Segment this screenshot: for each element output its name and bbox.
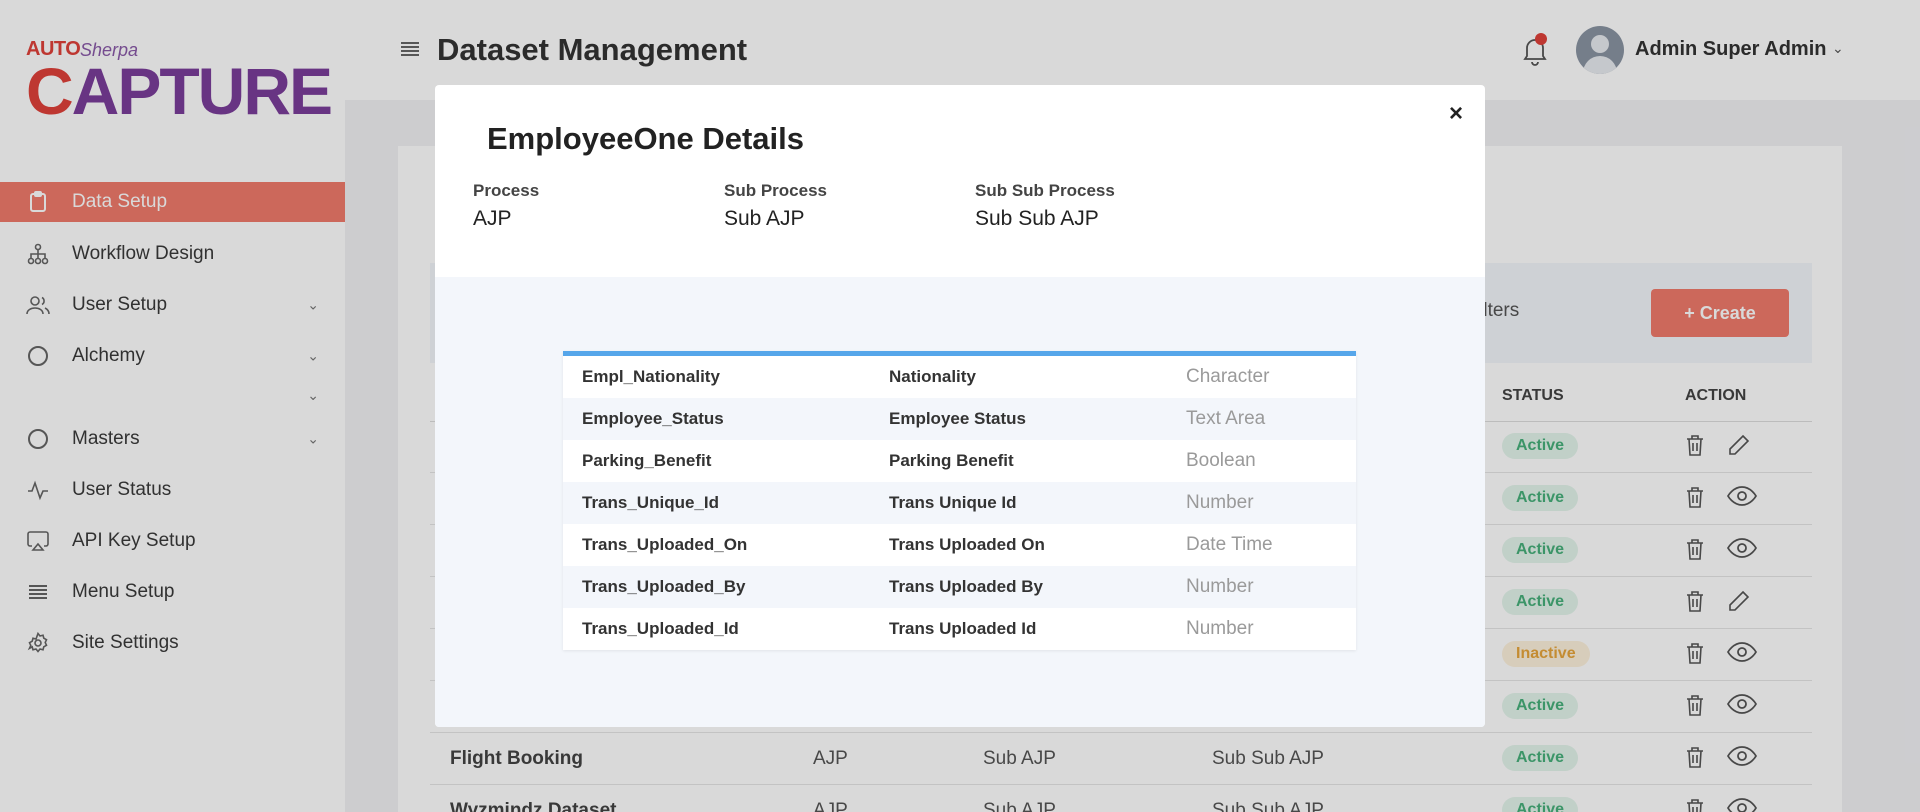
dataset-details-modal: EmployeeOne Details × Process AJP Sub Pr… <box>435 85 1485 727</box>
field-key: Trans_Uploaded_Id <box>582 619 739 638</box>
sub-sub-process-value: Sub Sub AJP <box>975 207 1099 230</box>
field-row: Employee_Status Employee Status Text Area <box>563 398 1356 440</box>
sub-sub-process-info: Sub Sub Process Sub Sub AJP <box>975 181 1115 231</box>
field-type: Number <box>1186 618 1254 639</box>
sub-process-info: Sub Process Sub AJP <box>724 181 827 231</box>
field-key: Trans_Uploaded_By <box>582 577 746 596</box>
close-icon[interactable]: × <box>1449 100 1463 128</box>
field-type: Text Area <box>1186 408 1266 429</box>
process-value: AJP <box>473 207 512 230</box>
sub-process-value: Sub AJP <box>724 207 805 230</box>
field-type: Number <box>1186 492 1254 513</box>
process-info: Process AJP <box>473 181 539 231</box>
field-key: Employee_Status <box>582 409 724 428</box>
modal-title: EmployeeOne Details <box>487 121 805 156</box>
field-row: Empl_Nationality Nationality Character <box>563 356 1356 398</box>
field-type: Number <box>1186 576 1254 597</box>
field-row: Parking_Benefit Parking Benefit Boolean <box>563 440 1356 482</box>
sub-sub-process-label: Sub Sub Process <box>975 181 1115 200</box>
field-type: Character <box>1186 366 1270 387</box>
fields-table: Empl_Nationality Nationality Character Empl… <box>563 351 1356 650</box>
field-key: Parking_Benefit <box>582 451 712 470</box>
field-key: Trans_Uploaded_On <box>582 535 748 554</box>
field-label: Employee Status <box>889 409 1026 428</box>
process-label: Process <box>473 181 540 200</box>
field-row: Trans_Unique_Id Trans Unique Id Number <box>563 482 1356 524</box>
field-type: Boolean <box>1186 450 1256 471</box>
field-row: Trans_Uploaded_By Trans Uploaded By Number <box>563 566 1356 608</box>
field-label: Parking Benefit <box>889 451 1014 470</box>
modal-body: Empl_Nationality Nationality Character Empl… <box>435 277 1485 727</box>
sub-process-label: Sub Process <box>724 181 827 200</box>
field-row: Trans_Uploaded_Id Trans Uploaded Id Number <box>563 608 1356 650</box>
field-row: Trans_Uploaded_On Trans Uploaded On Date T… <box>563 524 1356 566</box>
field-type: Date Time <box>1186 534 1273 555</box>
field-label: Trans Uploaded By <box>889 577 1043 596</box>
field-label: Trans Uploaded Id <box>889 619 1037 638</box>
field-label: Trans Unique Id <box>889 493 1017 512</box>
field-label: Trans Uploaded On <box>889 535 1045 554</box>
field-key: Trans_Unique_Id <box>582 493 719 512</box>
field-label: Nationality <box>889 367 976 386</box>
field-key: Empl_Nationality <box>582 367 720 386</box>
